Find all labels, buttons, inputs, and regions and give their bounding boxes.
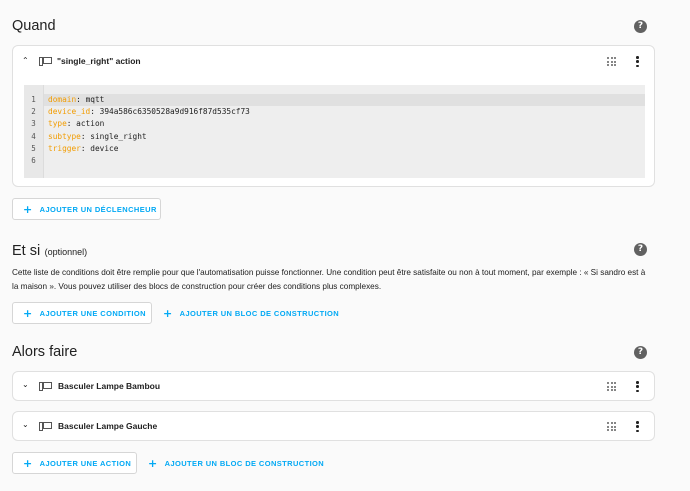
action-title: Basculer Lampe Gauche bbox=[58, 421, 158, 431]
conditions-heading: Et si (optionnel) bbox=[12, 242, 87, 260]
yaml-value: mqtt bbox=[85, 95, 105, 104]
yaml-editor[interactable]: 1 2 3 4 5 6 domain: mqtt device_id: 394a586c63… bbox=[24, 85, 645, 178]
line-number: 6 bbox=[31, 155, 36, 165]
trigger-title[interactable]: "single_right" action bbox=[57, 56, 141, 66]
code-content[interactable]: domain: mqtt device_id: 394a586c6350528a9… bbox=[44, 94, 645, 167]
device-icon bbox=[39, 382, 52, 391]
help-circle-icon[interactable]: ? bbox=[634, 20, 647, 33]
action-title: Basculer Lampe Bambou bbox=[58, 381, 161, 391]
add-condition-label: AJOUTER UNE CONDITION bbox=[39, 308, 146, 318]
code-line[interactable]: type: action bbox=[44, 118, 645, 130]
when-section-title: Quand bbox=[12, 18, 56, 34]
add-building-block-button[interactable]: + AJOUTER UN BLOC DE CONSTRUCTION bbox=[148, 452, 324, 474]
plus-icon: + bbox=[23, 306, 33, 320]
add-building-block-label: AJOUTER UN BLOC DE CONSTRUCTION bbox=[179, 308, 340, 318]
plus-icon: + bbox=[148, 456, 158, 470]
plus-icon: + bbox=[23, 456, 33, 470]
drag-handle-icon[interactable] bbox=[607, 422, 616, 431]
code-line[interactable]: trigger: device bbox=[44, 143, 645, 155]
add-building-block-label: AJOUTER UN BLOC DE CONSTRUCTION bbox=[164, 458, 325, 468]
trigger-card: ⌃ "single_right" action 1 2 3 4 5 6 domain: m… bbox=[12, 45, 655, 187]
add-trigger-label: AJOUTER UN DÉCLENCHEUR bbox=[39, 204, 157, 214]
line-number: 3 bbox=[31, 119, 36, 129]
add-action-label: AJOUTER UNE ACTION bbox=[39, 458, 132, 468]
chevron-down-icon[interactable]: ⌄ bbox=[22, 420, 29, 429]
yaml-key: device_id bbox=[48, 107, 91, 117]
add-trigger-button[interactable]: + AJOUTER UN DÉCLENCHEUR bbox=[12, 198, 161, 220]
code-line[interactable] bbox=[44, 155, 645, 167]
plus-icon: + bbox=[163, 306, 173, 320]
code-line[interactable]: domain: mqtt bbox=[44, 94, 645, 107]
line-number: 2 bbox=[31, 107, 36, 117]
drag-handle-icon[interactable] bbox=[607, 57, 616, 66]
yaml-value: action bbox=[76, 119, 105, 129]
yaml-key: trigger bbox=[48, 143, 81, 153]
action-card[interactable]: ⌄ Basculer Lampe Bambou bbox=[12, 371, 655, 401]
drag-handle-icon[interactable] bbox=[607, 382, 616, 391]
yaml-key: type bbox=[48, 119, 67, 129]
chevron-up-icon[interactable]: ⌃ bbox=[22, 56, 29, 65]
yaml-key: domain bbox=[48, 95, 77, 104]
overflow-menu-icon[interactable] bbox=[636, 56, 639, 68]
conditions-optional-label: (optionnel) bbox=[44, 247, 88, 257]
line-number: 5 bbox=[31, 143, 36, 153]
help-circle-icon[interactable]: ? bbox=[634, 346, 647, 359]
add-action-button[interactable]: + AJOUTER UNE ACTION bbox=[12, 452, 137, 474]
chevron-down-icon[interactable]: ⌄ bbox=[22, 380, 29, 389]
overflow-menu-icon[interactable] bbox=[636, 381, 639, 393]
help-circle-icon[interactable]: ? bbox=[634, 243, 647, 256]
line-number: 1 bbox=[31, 95, 36, 104]
yaml-key: subtype bbox=[48, 131, 81, 141]
yaml-value: 394a586c6350528a9d916f87d535cf73 bbox=[99, 107, 250, 117]
conditions-description: Cette liste de conditions doit être remp… bbox=[12, 268, 646, 291]
line-number: 4 bbox=[31, 131, 36, 141]
add-condition-button[interactable]: + AJOUTER UNE CONDITION bbox=[12, 302, 152, 324]
yaml-value: single_right bbox=[90, 131, 147, 141]
conditions-section-title: Et si bbox=[12, 243, 41, 259]
actions-section-title: Alors faire bbox=[12, 344, 78, 360]
yaml-value: device bbox=[90, 143, 119, 153]
add-building-block-button[interactable]: + AJOUTER UN BLOC DE CONSTRUCTION bbox=[163, 302, 339, 324]
action-card[interactable]: ⌄ Basculer Lampe Gauche bbox=[12, 411, 655, 441]
code-line[interactable]: device_id: 394a586c6350528a9d916f87d535c… bbox=[44, 106, 645, 118]
device-icon bbox=[39, 57, 52, 66]
line-number-gutter: 1 2 3 4 5 6 bbox=[24, 85, 44, 178]
device-icon bbox=[39, 422, 52, 431]
code-line[interactable]: subtype: single_right bbox=[44, 131, 645, 143]
overflow-menu-icon[interactable] bbox=[636, 421, 639, 433]
plus-icon: + bbox=[23, 202, 33, 216]
